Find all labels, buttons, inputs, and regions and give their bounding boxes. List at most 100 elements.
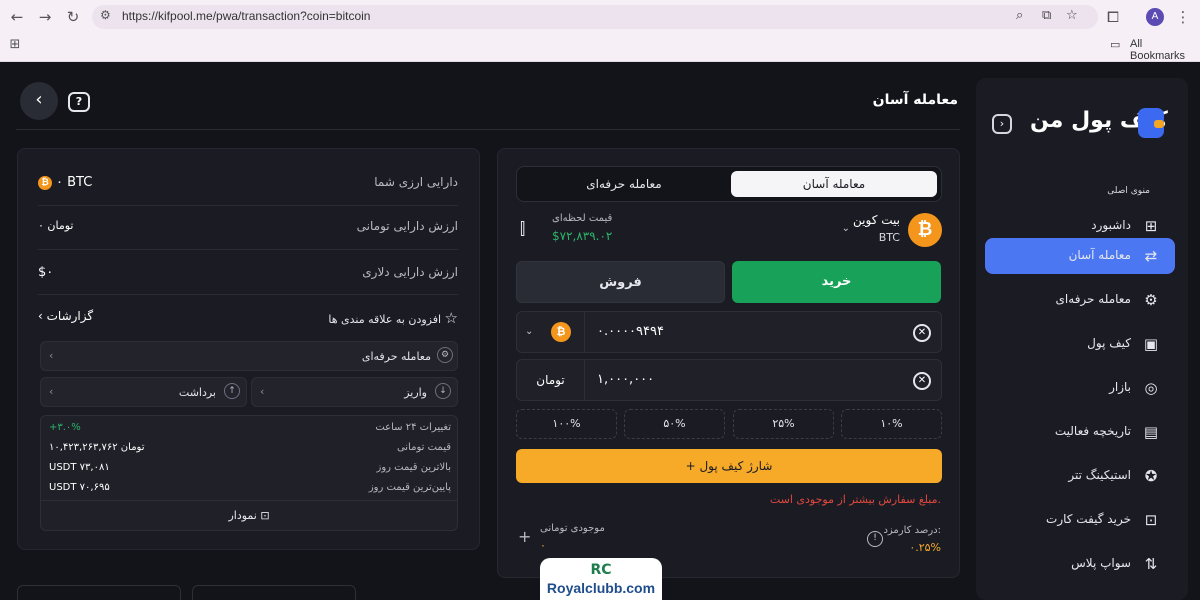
- bookmark-star-icon[interactable]: ☆: [1066, 8, 1078, 23]
- market-icon: ◎: [1144, 379, 1158, 397]
- coin-selector[interactable]: ₿ بیت کوین BTC ⌄ قیمت لحظه‌ای $۷۲,۸۳۹.۰۲…: [516, 211, 942, 255]
- bottom-card[interactable]: [192, 585, 356, 600]
- toman-amount-field[interactable]: ✕ ۱,۰۰۰,۰۰۰ تومان: [516, 359, 942, 401]
- sidebar-item-market[interactable]: ◎ بازار: [985, 370, 1175, 406]
- percent-25-button[interactable]: ۲۵%: [733, 409, 834, 439]
- tab-easy-trade[interactable]: معامله آسان: [731, 171, 937, 197]
- extensions-icon[interactable]: ⧠: [1102, 6, 1124, 28]
- sidebar-item-label: خرید گیفت کارت: [1046, 512, 1131, 526]
- forward-arrow-icon[interactable]: →: [34, 6, 56, 28]
- clear-icon[interactable]: ✕: [913, 324, 931, 342]
- candlestick-icon[interactable]: ⫿: [520, 219, 525, 239]
- chevron-left-icon: ‹: [49, 385, 54, 398]
- dollar-asset-label: ارزش دارایی دلاری: [362, 265, 458, 279]
- history-icon: ▤: [1143, 423, 1159, 441]
- watermark-mark: RC: [590, 562, 612, 578]
- sidebar-item-easy-trade[interactable]: ⇄ معامله آسان: [985, 238, 1175, 274]
- watermark-logo: RC Royalclubb.com: [540, 558, 662, 600]
- percent-100-button[interactable]: ۱۰۰%: [516, 409, 617, 439]
- site-settings-icon[interactable]: ⚙: [100, 8, 111, 22]
- url-text[interactable]: https://kifpool.me/pwa/transaction?coin=…: [122, 9, 370, 23]
- back-button[interactable]: ‹: [20, 82, 58, 120]
- sidebar-item-wallet[interactable]: ▣ کیف پول: [985, 326, 1175, 362]
- pro-trade-link[interactable]: ⚙ معامله حرفه‌ای ‹: [40, 341, 458, 371]
- back-arrow-icon[interactable]: ←: [6, 6, 28, 28]
- divider: [38, 249, 458, 250]
- sidebar-item-label: تاریخچه فعالیت: [1054, 424, 1131, 438]
- stat-label: بالاترین قیمت روز: [376, 462, 451, 473]
- dollar-asset-value: $۰: [38, 265, 54, 280]
- logo-wallet-icon: [1138, 108, 1164, 138]
- reports-link[interactable]: ‹ گزارشات: [38, 309, 93, 323]
- collapse-sidebar-icon[interactable]: ›: [992, 114, 1012, 134]
- header-divider: [16, 129, 960, 130]
- withdraw-label: برداشت: [178, 386, 216, 399]
- stat-row: بالاترین قیمت روز USDT ۷۳,۰۸۱: [49, 462, 451, 480]
- deposit-label: واریز: [404, 386, 427, 399]
- tab-pro-trade[interactable]: معامله حرفه‌ای: [521, 171, 727, 197]
- stat-value: USDT ۷۰,۶۹۵: [49, 482, 110, 493]
- sidebar-item-staking[interactable]: ✪ استیکینگ تتر: [985, 458, 1175, 494]
- sidebar-item-pro-trade[interactable]: ⚙ معامله حرفه‌ای: [985, 282, 1175, 318]
- chart-button[interactable]: نمودار ⊡: [41, 500, 457, 530]
- withdraw-button[interactable]: ↑ برداشت ‹: [40, 377, 247, 407]
- address-bar[interactable]: ⚙ https://kifpool.me/pwa/transaction?coi…: [92, 5, 1098, 29]
- toman-amount-value[interactable]: ۱,۰۰۰,۰۰۰: [597, 372, 654, 387]
- clear-icon[interactable]: ✕: [913, 372, 931, 390]
- reload-icon[interactable]: ↻: [62, 6, 84, 28]
- toman-asset-value: ۰ تومان: [38, 219, 74, 232]
- charge-wallet-button[interactable]: + شارژ کیف پول: [516, 449, 942, 483]
- menu-title: منوی اصلی: [1107, 186, 1150, 196]
- percent-50-button[interactable]: ۵۰%: [624, 409, 725, 439]
- fee-label: درصد کارمزد:: [883, 525, 941, 536]
- add-favorite-button[interactable]: افزودن به علاقه مندی ها ☆: [328, 309, 458, 327]
- buy-button[interactable]: خرید: [732, 261, 941, 303]
- stat-label: قیمت تومانی: [396, 442, 451, 453]
- toman-unit: تومان: [517, 360, 585, 400]
- stat-value: USDT ۷۳,۰۸۱: [49, 462, 110, 473]
- sidebar-item-label: استیکینگ تتر: [1068, 468, 1131, 482]
- sidebar-item-gift-card[interactable]: ⊡ خرید گیفت کارت: [985, 502, 1175, 538]
- plus-icon: +: [685, 459, 700, 473]
- divider: [38, 294, 458, 295]
- all-bookmarks-link[interactable]: All Bookmarks: [1130, 38, 1200, 62]
- more-menu-icon[interactable]: ⋮: [1172, 6, 1194, 28]
- toman-balance-value: ۰: [540, 539, 546, 552]
- dollar-asset-row: ارزش دارایی دلاری $۰: [38, 265, 458, 287]
- crypto-asset-value: ۰ BTC: [56, 175, 93, 190]
- percent-10-button[interactable]: ۱۰%: [841, 409, 942, 439]
- browser-chrome: ← → ↻ ⚙ https://kifpool.me/pwa/transacti…: [0, 0, 1200, 62]
- install-app-icon[interactable]: ⧉: [1042, 8, 1051, 23]
- sidebar-item-label: معامله آسان: [1068, 248, 1131, 262]
- sidebar-item-swap-plus[interactable]: ⇅ سواپ پلاس: [985, 546, 1175, 582]
- stat-row: پایین‌ترین قیمت روز USDT ۷۰,۶۹۵: [49, 482, 451, 500]
- zoom-icon[interactable]: ⌕: [1016, 8, 1023, 23]
- pro-trade-icon: ⚙: [1144, 291, 1158, 309]
- add-balance-icon[interactable]: +: [518, 527, 531, 546]
- dashboard-icon: ⊞: [1144, 217, 1158, 235]
- stat-label: تغییرات ۲۴ ساعت: [375, 422, 451, 433]
- currency-select[interactable]: ⌄ ₿: [517, 312, 585, 352]
- info-icon[interactable]: !: [867, 531, 883, 547]
- btc-amount-field[interactable]: ✕ ۰.۰۰۰۰۹۴۹۴ ⌄ ₿: [516, 311, 942, 353]
- coin-symbol: BTC: [878, 231, 900, 244]
- stat-value: ۱۰,۴۲۳,۲۶۳,۷۶۲ تومان: [49, 442, 145, 453]
- wallet-icon: ▣: [1143, 335, 1159, 353]
- chevron-left-icon: ‹: [49, 349, 54, 362]
- balance-warning: مبلغ سفارش بیشتر از موجودی است.: [769, 493, 941, 506]
- deposit-button[interactable]: ↓ واریز ‹: [251, 377, 458, 407]
- sell-button[interactable]: فروش: [516, 261, 725, 303]
- btc-amount-value[interactable]: ۰.۰۰۰۰۹۴۹۴: [597, 324, 664, 339]
- star-icon: ☆: [444, 309, 458, 327]
- help-icon[interactable]: ?: [68, 92, 90, 112]
- stat-row: تغییرات ۲۴ ساعت +۳.۰%: [49, 422, 451, 440]
- apps-grid-icon[interactable]: ⊞: [4, 34, 26, 56]
- price-label: قیمت لحظه‌ای: [552, 213, 613, 224]
- chevron-down-icon[interactable]: ⌄: [842, 223, 850, 234]
- profile-avatar[interactable]: A: [1146, 8, 1164, 26]
- swap-icon: ⇅: [1144, 555, 1158, 573]
- coin-name: بیت کوین: [853, 213, 900, 227]
- bottom-card[interactable]: [17, 585, 181, 600]
- sidebar-item-history[interactable]: ▤ تاریخچه فعالیت: [985, 414, 1175, 450]
- charge-wallet-label: شارژ کیف پول: [699, 459, 773, 473]
